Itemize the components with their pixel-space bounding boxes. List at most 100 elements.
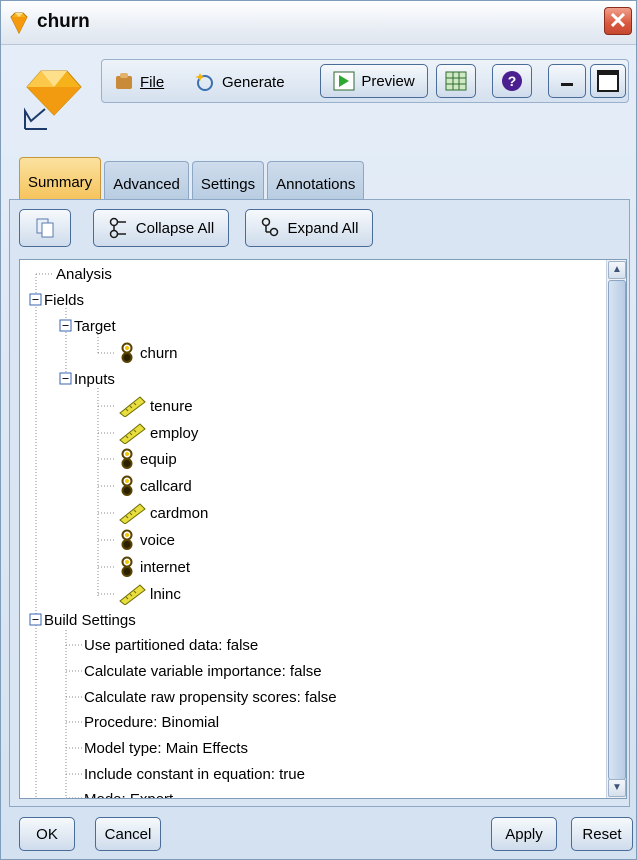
tree-node-setting[interactable]: Use partitioned data: false <box>84 633 258 657</box>
minimize-icon <box>561 83 573 86</box>
generate-sparkle-icon <box>195 73 213 91</box>
file-menu[interactable]: File <box>114 68 164 96</box>
tab-strip: Summary Advanced Settings Annotations <box>19 157 365 199</box>
tree-node-input[interactable]: cardmon <box>118 501 208 525</box>
tree-node-setting[interactable]: Model type: Main Effects <box>84 736 248 760</box>
table-icon <box>445 71 467 91</box>
generate-menu[interactable]: Generate <box>194 68 285 96</box>
table-view-button[interactable] <box>436 64 476 98</box>
preview-button[interactable]: Preview <box>320 64 428 98</box>
close-icon: ✕ <box>608 8 628 33</box>
tree-node-setting[interactable]: Calculate raw propensity scores: false <box>84 685 337 709</box>
continuous-field-icon <box>119 423 146 444</box>
tree-node-churn[interactable]: churn <box>118 341 178 365</box>
tree-node-label: Procedure: Binomial <box>84 713 220 731</box>
tree-node-input[interactable]: lninc <box>118 582 181 606</box>
ok-button[interactable]: OK <box>19 817 75 851</box>
tree-node-label: Build Settings <box>44 611 136 629</box>
maximize-icon <box>597 70 619 92</box>
tree-node-input[interactable]: employ <box>118 421 198 445</box>
tree-node-setting[interactable]: Include constant in equation: true <box>84 762 305 786</box>
flag-field-icon <box>121 529 133 550</box>
title-bar[interactable]: churn ✕ <box>1 1 636 45</box>
tree-node-label: cardmon <box>150 504 209 522</box>
tree-node-input[interactable]: callcard <box>118 474 192 498</box>
tab-summary[interactable]: Summary <box>19 157 102 199</box>
cancel-button[interactable]: Cancel <box>95 817 161 851</box>
caret-down-icon: ▼ <box>612 782 622 793</box>
maximize-button[interactable] <box>590 64 626 98</box>
preview-label: Preview <box>361 72 415 90</box>
tree-node-label: Calculate variable importance: false <box>84 662 322 680</box>
expand-all-label: Expand All <box>287 219 359 237</box>
flag-field-icon <box>121 448 133 469</box>
flag-field-icon <box>121 475 133 496</box>
tree-node-label: Inputs <box>74 370 115 388</box>
tree-node-input[interactable]: voice <box>118 528 175 552</box>
tree-node-label: churn <box>140 344 178 362</box>
model-gem-icon <box>24 70 82 130</box>
tree-node-label: employ <box>150 424 199 442</box>
window-title: churn <box>37 11 90 32</box>
generate-menu-label: Generate <box>222 73 285 91</box>
collapse-icon <box>109 217 126 239</box>
flag-field-icon <box>121 556 133 577</box>
tree-node-label: Fields <box>44 291 85 309</box>
tree-node-label: Use partitioned data: false <box>84 636 259 654</box>
tree-node-label: Target <box>74 317 116 335</box>
apply-button[interactable]: Apply <box>491 817 557 851</box>
caret-up-icon: ▲ <box>612 264 622 275</box>
collapse-all-label: Collapse All <box>135 219 215 237</box>
reset-button[interactable]: Reset <box>571 817 633 851</box>
tree-node-label: internet <box>140 558 191 576</box>
tree-node-input[interactable]: equip <box>118 447 177 471</box>
tab-settings[interactable]: Settings <box>191 161 265 199</box>
preview-icon <box>333 71 355 91</box>
continuous-field-icon <box>119 584 146 605</box>
scroll-down-button[interactable]: ▼ <box>608 779 626 797</box>
file-menu-icon <box>116 73 132 89</box>
continuous-field-icon <box>119 503 146 524</box>
scroll-up-button[interactable]: ▲ <box>608 261 626 279</box>
tree-node-input[interactable]: internet <box>118 555 190 579</box>
copy-icon <box>36 218 54 238</box>
toolbar: File Generate Preview ? <box>101 59 629 103</box>
tree-node-label: Mode: Expert <box>84 790 174 799</box>
tree-node-input[interactable]: tenure <box>118 394 193 418</box>
copy-button[interactable] <box>19 209 71 247</box>
tree-node-setting[interactable]: Mode: Expert <box>84 787 173 799</box>
tab-annotations[interactable]: Annotations <box>267 161 365 199</box>
tree-node-label: callcard <box>140 477 192 495</box>
tree-node-analysis[interactable]: Analysis <box>56 262 112 286</box>
tree-node-target[interactable]: Target <box>74 314 116 338</box>
tree-node-label: Calculate raw propensity scores: false <box>84 688 337 706</box>
model-nugget-window: churn ✕ File Generate Preview ? Summary … <box>0 0 637 860</box>
help-icon: ? <box>502 71 522 91</box>
tree-node-label: equip <box>140 450 177 468</box>
flag-field-icon <box>121 342 133 363</box>
file-menu-label: File <box>140 73 165 91</box>
tree-node-fields[interactable]: Fields <box>44 288 84 312</box>
close-button[interactable]: ✕ <box>604 7 632 35</box>
tree-node-inputs[interactable]: Inputs <box>74 367 115 391</box>
tree-node-label: tenure <box>150 397 193 415</box>
collapse-all-button[interactable]: Collapse All <box>93 209 229 247</box>
svg-text:?: ? <box>508 73 517 89</box>
tree-node-build-settings[interactable]: Build Settings <box>44 608 136 632</box>
tree-node-setting[interactable]: Calculate variable importance: false <box>84 659 322 683</box>
tab-advanced[interactable]: Advanced <box>104 161 189 199</box>
expand-icon <box>261 217 278 237</box>
expand-all-button[interactable]: Expand All <box>245 209 373 247</box>
tree-node-label: lninc <box>150 585 181 603</box>
tree-node-setting[interactable]: Procedure: Binomial <box>84 710 219 734</box>
help-button[interactable]: ? <box>492 64 532 98</box>
tree-node-label: Analysis <box>56 265 112 283</box>
tree-node-label: voice <box>140 531 176 549</box>
tree-node-label: Include constant in equation: true <box>84 765 305 783</box>
tree-scrollbar[interactable]: ▲ ▼ <box>606 260 626 798</box>
scrollbar-thumb[interactable] <box>608 280 626 780</box>
tree-node-label: Model type: Main Effects <box>84 739 248 757</box>
diamond-model-icon <box>10 12 28 35</box>
minimize-button[interactable] <box>548 64 586 98</box>
model-summary-tree[interactable]: Analysis Fields Target churn Inputs tenu… <box>19 259 627 799</box>
